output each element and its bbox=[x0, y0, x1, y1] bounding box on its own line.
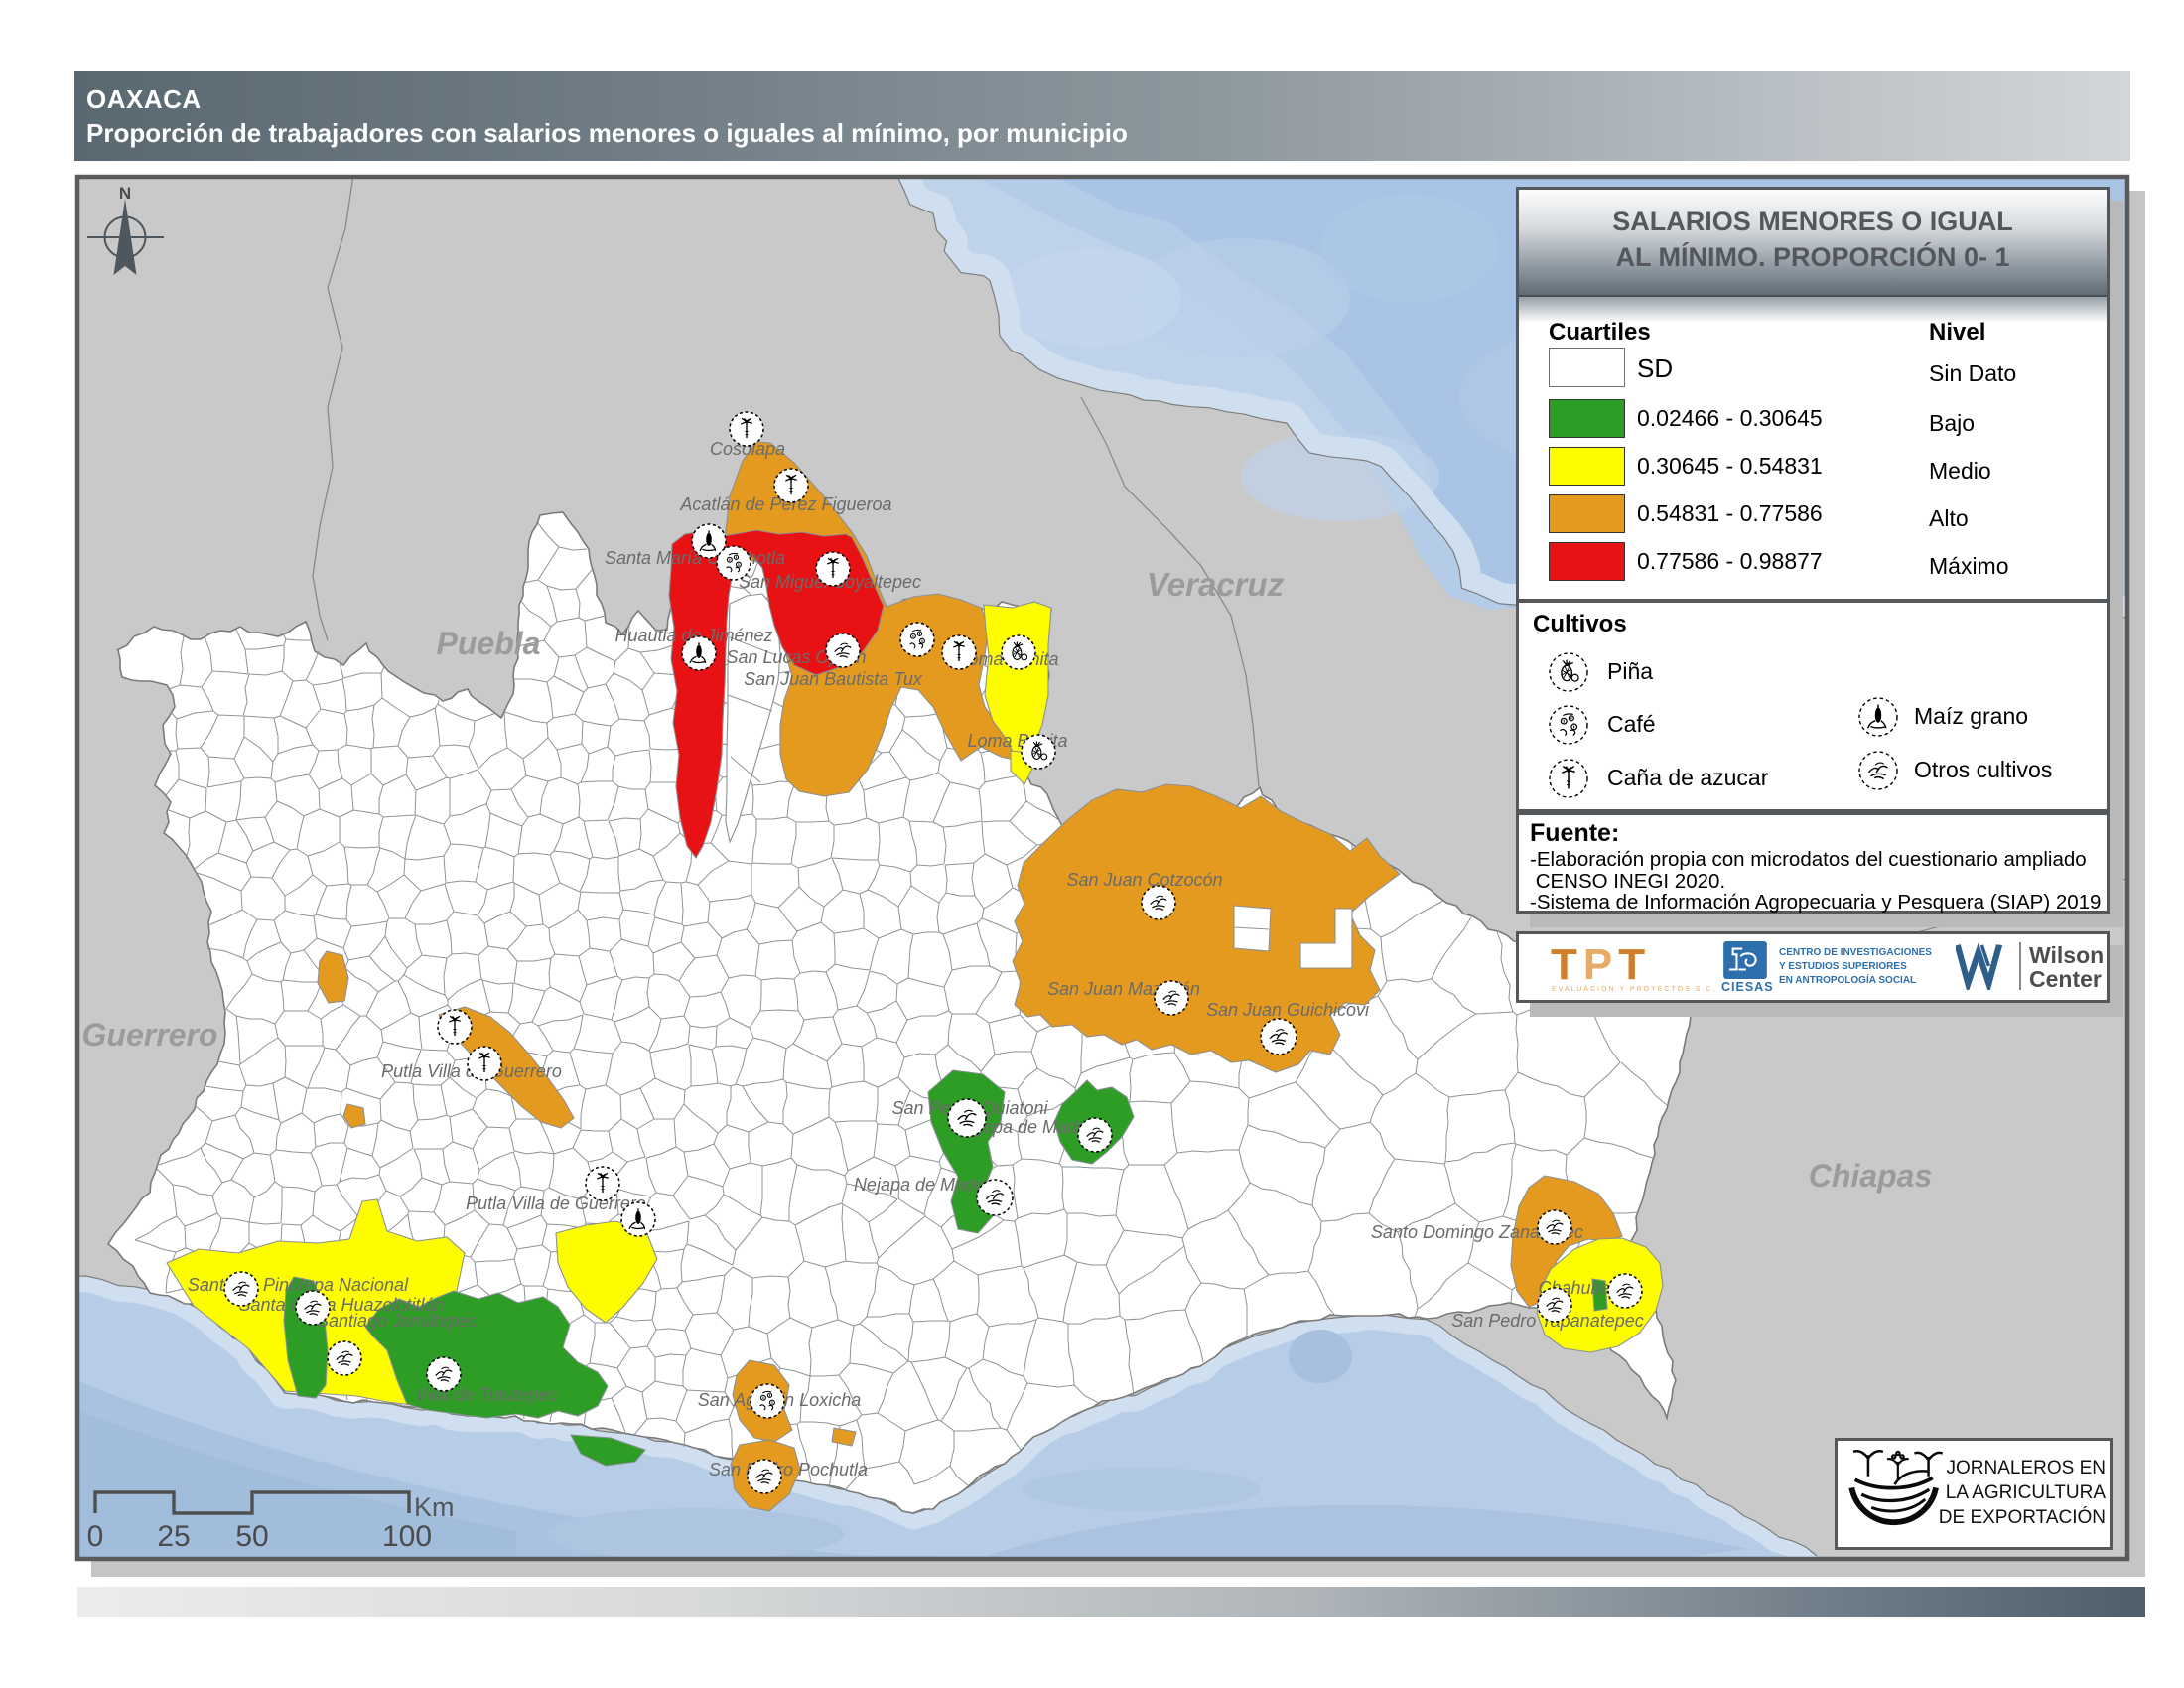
svg-text:Km: Km bbox=[414, 1492, 455, 1522]
svg-text:Chiapas: Chiapas bbox=[1809, 1158, 1932, 1194]
svg-text:Veracruz: Veracruz bbox=[1147, 566, 1285, 603]
svg-text:N: N bbox=[119, 184, 131, 203]
svg-text:Santiago Jamiltepec: Santiago Jamiltepec bbox=[317, 1311, 478, 1331]
svg-text:Santiago Pinotepa Nacional: Santiago Pinotepa Nacional bbox=[188, 1275, 409, 1295]
svg-text:San Pedro Pochutla: San Pedro Pochutla bbox=[709, 1460, 868, 1479]
svg-text:San Juan Bautista Tux: San Juan Bautista Tux bbox=[744, 669, 923, 689]
svg-text:Putla Villa de Guerrero: Putla Villa de Guerrero bbox=[466, 1194, 646, 1213]
svg-text:San Juan Cotzocón: San Juan Cotzocón bbox=[1066, 870, 1222, 890]
svg-text:50: 50 bbox=[235, 1520, 268, 1553]
svg-text:0: 0 bbox=[87, 1520, 104, 1553]
svg-text:Santa María Chilchotla: Santa María Chilchotla bbox=[605, 548, 785, 568]
svg-text:100: 100 bbox=[382, 1520, 432, 1553]
svg-text:San Juan Guichicovi: San Juan Guichicovi bbox=[1206, 1000, 1370, 1020]
svg-text:25: 25 bbox=[157, 1520, 190, 1553]
svg-text:Puebla: Puebla bbox=[437, 626, 541, 661]
svg-text:Guerrero: Guerrero bbox=[82, 1017, 218, 1053]
